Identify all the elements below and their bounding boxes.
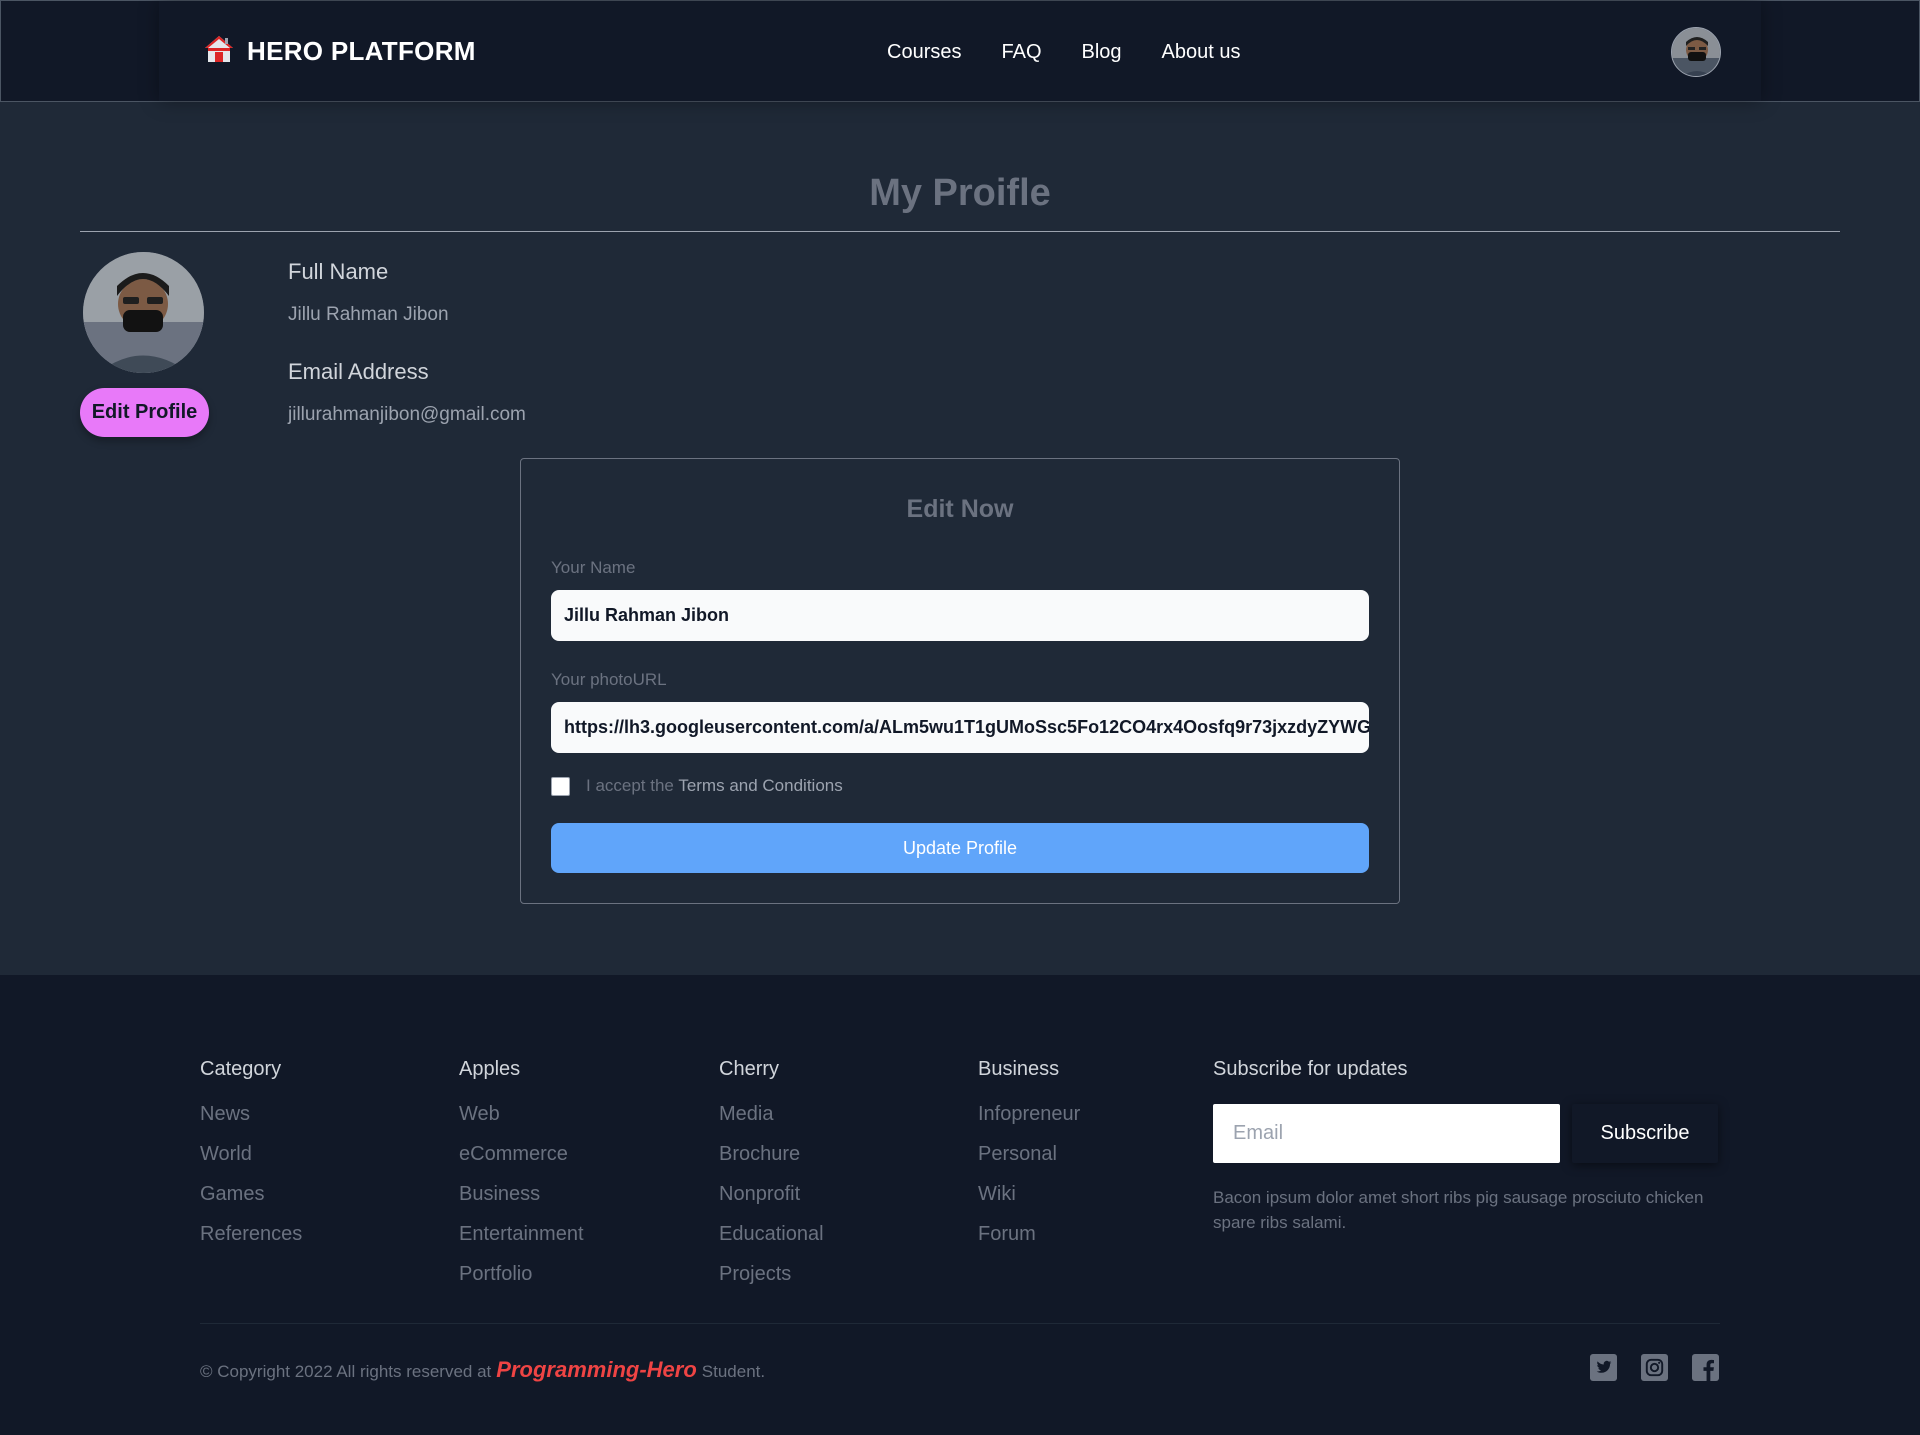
footer-column-heading: Apples <box>459 1058 521 1080</box>
nav-link-faq[interactable]: FAQ <box>1001 41 1041 64</box>
copyright: © Copyright 2022 All rights reserved at … <box>200 1357 765 1383</box>
footer-link[interactable]: Brochure <box>719 1134 824 1174</box>
footer-link[interactable]: Nonprofit <box>719 1174 824 1214</box>
footer-link[interactable]: eCommerce <box>459 1134 584 1174</box>
edit-card-title: Edit Now <box>906 495 1014 523</box>
photo-url-input[interactable]: https://lh3.googleusercontent.com/a/ALm5… <box>551 702 1369 753</box>
photo-url-input-label: Your photoURL <box>551 670 667 689</box>
edit-profile-button[interactable]: Edit Profile <box>80 388 209 437</box>
footer-link[interactable]: Games <box>200 1174 302 1214</box>
subscribe-button[interactable]: Subscribe <box>1572 1104 1718 1163</box>
footer-link[interactable]: News <box>200 1094 302 1134</box>
footer-link[interactable]: World <box>200 1134 302 1174</box>
footer-column-heading: Cherry <box>719 1058 780 1080</box>
footer-link[interactable]: Educational <box>719 1214 824 1254</box>
house-icon <box>203 33 235 70</box>
footer-link[interactable]: Projects <box>719 1254 824 1294</box>
footer-link[interactable]: Personal <box>978 1134 1080 1174</box>
subscribe-heading: Subscribe for updates <box>1213 1058 1408 1080</box>
footer-column-apples: Apples Web eCommerce Business Entertainm… <box>459 1058 584 1294</box>
footer-divider <box>200 1323 1720 1324</box>
footer-link[interactable]: Entertainment <box>459 1214 584 1254</box>
social-links <box>1590 1354 1719 1386</box>
footer: Category News World Games References App… <box>0 975 1920 1435</box>
full-name-label: Full Name <box>288 259 389 284</box>
copyright-prefix: © Copyright 2022 All rights reserved at <box>200 1362 492 1381</box>
name-input-value: Jillu Rahman Jibon <box>564 605 730 625</box>
navbar-container: HERO PLATFORM Courses FAQ Blog About us <box>159 1 1761 101</box>
footer-link[interactable]: Wiki <box>978 1174 1080 1214</box>
email-label: Email Address <box>288 359 429 384</box>
facebook-icon[interactable] <box>1692 1354 1719 1386</box>
footer-link[interactable]: Web <box>459 1094 584 1134</box>
programming-hero-link[interactable]: Programming-Hero <box>496 1357 696 1383</box>
email-placeholder: Email <box>1233 1122 1284 1144</box>
full-name-value: Jillu Rahman Jibon <box>288 304 449 325</box>
terms-checkbox[interactable] <box>551 777 570 796</box>
footer-link[interactable]: Forum <box>978 1214 1080 1254</box>
footer-column-cherry: Cherry Media Brochure Nonprofit Educatio… <box>719 1058 824 1294</box>
update-profile-button[interactable]: Update Profile <box>551 823 1369 873</box>
footer-column-heading: Business <box>978 1058 1060 1080</box>
terms-prefix: I accept the <box>586 776 674 795</box>
email-value: jillurahmanjibon@gmail.com <box>288 404 526 425</box>
footer-column-heading: Category <box>200 1058 282 1080</box>
copyright-suffix: Student. <box>701 1362 766 1381</box>
top-navbar: HERO PLATFORM Courses FAQ Blog About us <box>0 0 1920 102</box>
profile-photo <box>83 252 204 373</box>
title-divider <box>80 231 1840 232</box>
subscribe-email-input[interactable]: Email <box>1213 1104 1560 1163</box>
footer-link[interactable]: Infopreneur <box>978 1094 1080 1134</box>
footer-link[interactable]: Media <box>719 1094 824 1134</box>
instagram-icon[interactable] <box>1641 1354 1668 1386</box>
footer-link[interactable]: Business <box>459 1174 584 1214</box>
terms-link[interactable]: Terms and Conditions <box>678 776 842 795</box>
nav-link-courses[interactable]: Courses <box>887 41 961 64</box>
name-input-label: Your Name <box>551 558 636 577</box>
user-avatar[interactable] <box>1671 27 1721 77</box>
footer-column-category: Category News World Games References <box>200 1058 302 1254</box>
footer-link[interactable]: References <box>200 1214 302 1254</box>
page-title: My Proifle <box>869 172 1051 214</box>
footer-column-business: Business Infopreneur Personal Wiki Forum <box>978 1058 1080 1254</box>
nav-link-blog[interactable]: Blog <box>1082 41 1122 64</box>
nav-links: Courses FAQ Blog About us <box>887 41 1240 64</box>
brand-name: HERO PLATFORM <box>247 36 476 66</box>
nav-link-about[interactable]: About us <box>1162 41 1241 64</box>
terms-text: I accept the Terms and Conditions <box>586 776 843 796</box>
edit-profile-card: Edit Now Your Name Jillu Rahman Jibon Yo… <box>520 458 1400 904</box>
subscribe-description: Bacon ipsum dolor amet short ribs pig sa… <box>1213 1188 1704 1232</box>
twitter-icon[interactable] <box>1590 1354 1617 1386</box>
name-input[interactable]: Jillu Rahman Jibon <box>551 590 1369 641</box>
footer-link[interactable]: Portfolio <box>459 1254 584 1294</box>
photo-url-input-value: https://lh3.googleusercontent.com/a/ALm5… <box>564 717 1369 737</box>
brand-logo-link[interactable]: HERO PLATFORM <box>203 33 476 70</box>
